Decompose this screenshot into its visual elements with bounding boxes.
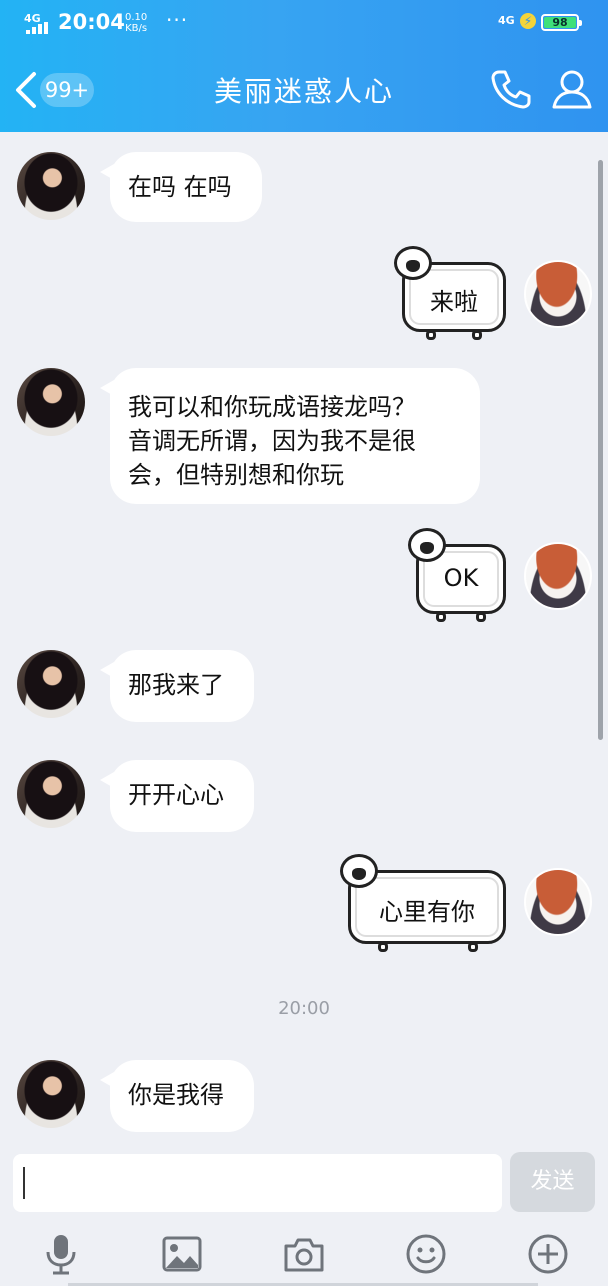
my-avatar[interactable] [524,868,592,936]
back-arrow-icon[interactable] [12,70,40,110]
sheep-foot-icon [436,612,446,622]
message-text: 来啦 [430,288,478,316]
sheep-head-icon [394,246,432,280]
chat-area[interactable]: 在吗 在吗 来啦 我可以和你玩成语接龙吗？ 音调无所谓，因为我不是很 会，但特别… [0,132,608,1146]
sheep-head-icon [408,528,446,562]
contact-avatar[interactable] [17,760,85,828]
speed-value: 0.10 [125,12,148,23]
phone-icon[interactable] [490,68,532,110]
message-text: 在吗 在吗 [128,173,232,201]
send-button[interactable]: 发送 [510,1152,595,1212]
microphone-icon[interactable] [39,1232,83,1276]
input-bar: 发送 [0,1146,608,1286]
message-text-line: 会，但特别想和你玩 [128,461,344,489]
message-timestamp: 20:00 [278,998,330,1019]
message-text: 开开心心 [128,781,224,809]
message-bubble-received[interactable]: 你是我得 [100,1060,254,1132]
image-icon[interactable] [160,1232,204,1276]
header: 4G 20:04 0.10 KB/s ··· 4G ⚡ 98 99+ 美丽迷惑人… [0,0,608,132]
message-bubble-sent[interactable]: OK [408,528,506,622]
contact-avatar[interactable] [17,152,85,220]
contact-avatar[interactable] [17,368,85,436]
my-avatar[interactable] [524,542,592,610]
message-text: 你是我得 [128,1081,224,1109]
contact-avatar[interactable] [17,650,85,718]
sheep-foot-icon [468,942,478,952]
chat-title: 美丽迷惑人心 [213,75,394,108]
camera-icon[interactable] [282,1232,326,1276]
speed-unit: KB/s [125,23,148,34]
my-avatar[interactable] [524,260,592,328]
sheep-foot-icon [426,330,436,340]
message-bubble-received[interactable]: 在吗 在吗 [100,152,262,222]
status-more-icon: ··· [166,8,189,32]
charging-icon: ⚡ [520,13,536,29]
sheep-foot-icon [472,330,482,340]
message-input[interactable] [13,1154,502,1212]
sheep-foot-icon [476,612,486,622]
message-text: OK [443,564,479,592]
message-text-line: 我可以和你玩成语接龙吗？ [128,393,416,421]
sheep-head-icon [340,854,378,888]
message-text: 心里有你 [379,898,475,926]
message-bubble-received[interactable]: 我可以和你玩成语接龙吗？ 音调无所谓，因为我不是很 会，但特别想和你玩 [100,368,480,504]
profile-icon[interactable] [550,68,594,110]
message-bubble-received[interactable]: 那我来了 [100,650,254,722]
status-time: 20:04 [58,10,125,34]
text-caret [23,1167,25,1199]
battery-level: 98 [544,17,576,28]
battery-icon: 98 [541,14,582,31]
message-text-line: 音调无所谓，因为我不是很 [128,427,416,455]
emoji-icon[interactable] [404,1232,448,1276]
network-label: 4G [498,14,515,27]
chat-scrollbar[interactable] [598,160,603,740]
status-bar: 4G 20:04 0.10 KB/s ··· 4G ⚡ 98 [0,0,608,46]
plus-icon[interactable] [526,1232,570,1276]
message-bubble-sent[interactable]: 心里有你 [340,854,506,952]
message-bubble-sent[interactable]: 来啦 [394,246,506,340]
message-bubble-received[interactable]: 开开心心 [100,760,254,832]
contact-avatar[interactable] [17,1060,85,1128]
message-text: 那我来了 [128,671,224,699]
unread-badge[interactable]: 99+ [40,73,94,107]
signal-bars-icon [26,22,50,34]
network-speed: 0.10 KB/s [125,12,147,34]
sheep-foot-icon [378,942,388,952]
